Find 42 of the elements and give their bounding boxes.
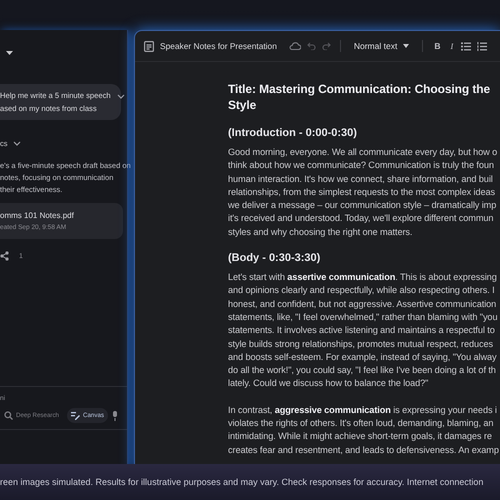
paragraph-line: honest, and confident, but not aggressive. Assertive communication [228,298,498,311]
disclaimer-text: reen images simulated. Results for illustrative purposes and may vary. Check responses for accuracy. Internet connection [0,477,484,487]
section-heading: (Introduction - 0:00-0:30) [228,127,358,139]
bulleted-list-icon[interactable] [461,42,472,50]
share-icon[interactable] [0,251,9,261]
paragraph-line: Good morning, everyone. We all communicate every day, but how o [228,146,498,159]
pencil-icon [71,411,80,420]
magnifier-icon [4,411,13,420]
document-heading-line: Style [228,97,258,113]
paragraph-line: relationships, from the simplest requests to the most complex ideas [228,186,496,199]
paragraph-line: intimidating. While it might achieve short-term goals, it damages re [228,430,493,444]
caret-icon [403,44,410,48]
paragraph-line: and opinions clearly and respectfully, while also respecting others. I [228,284,496,298]
paragraph-line: style builds strong relationships, promotes mutual respect, reduces [228,338,494,351]
file-name: omms 101 Notes.pdf [0,211,75,220]
cloud-icon [288,42,301,50]
paragraph-line: creates fear and resentment, and leads to defensiveness. An examp [228,444,500,457]
paragraph-line: it's received and understood. Today, we'll explore different commun [228,212,494,226]
paragraph-line: do all the work!", you could say, "I feel like I've been doing a lot of th [228,364,497,378]
chevron-down-icon[interactable] [12,141,20,146]
numbered-list-icon[interactable] [477,42,488,50]
italic-button[interactable]: I [448,41,456,51]
text-style-dropdown[interactable]: Normal text [350,41,414,51]
document-heading-line: Title: Mastering Communication: Choosing the [228,81,492,97]
paragraph-line: and boosts self-esteem. For example, instead of saying, "You alway [228,350,498,364]
paragraph-line: violates the rights of others. It's often loud, demanding, blaming, an [228,417,494,430]
paragraph-line: lately. Could we discuss how to balance the load?" [228,377,430,390]
caret-icon[interactable] [6,50,13,56]
paragraph-line: styles and why choosing the right one matters. [228,226,414,239]
paragraph-line: Let's start with assertive communication. This is about expressing [228,271,498,284]
bold-button[interactable]: B [432,41,442,51]
chevron-down-icon[interactable] [116,94,125,99]
microphone-icon[interactable] [112,410,118,420]
paragraph-line: statements, like, "I feel overwhelmed," rather than blaming with "you [228,310,498,324]
paragraph-line: think about how we communicate? Communication is truly the foun [228,159,495,172]
document-icon [144,40,154,52]
document-title: Speaker Notes for Presentation [160,41,277,51]
paragraph-line: In contrast, aggressive communication is expressing your needs i [228,404,498,417]
section-heading: (Body - 0:30-3:30) [228,252,322,264]
paragraph-line: we deliver a message – our communication style – dramatically imp [228,199,498,212]
paragraph-line: statements. It involves active listening and maintains a respectful to [228,324,496,338]
paragraph-line: human interaction. It's how we connect, share information, and buil [228,172,494,186]
